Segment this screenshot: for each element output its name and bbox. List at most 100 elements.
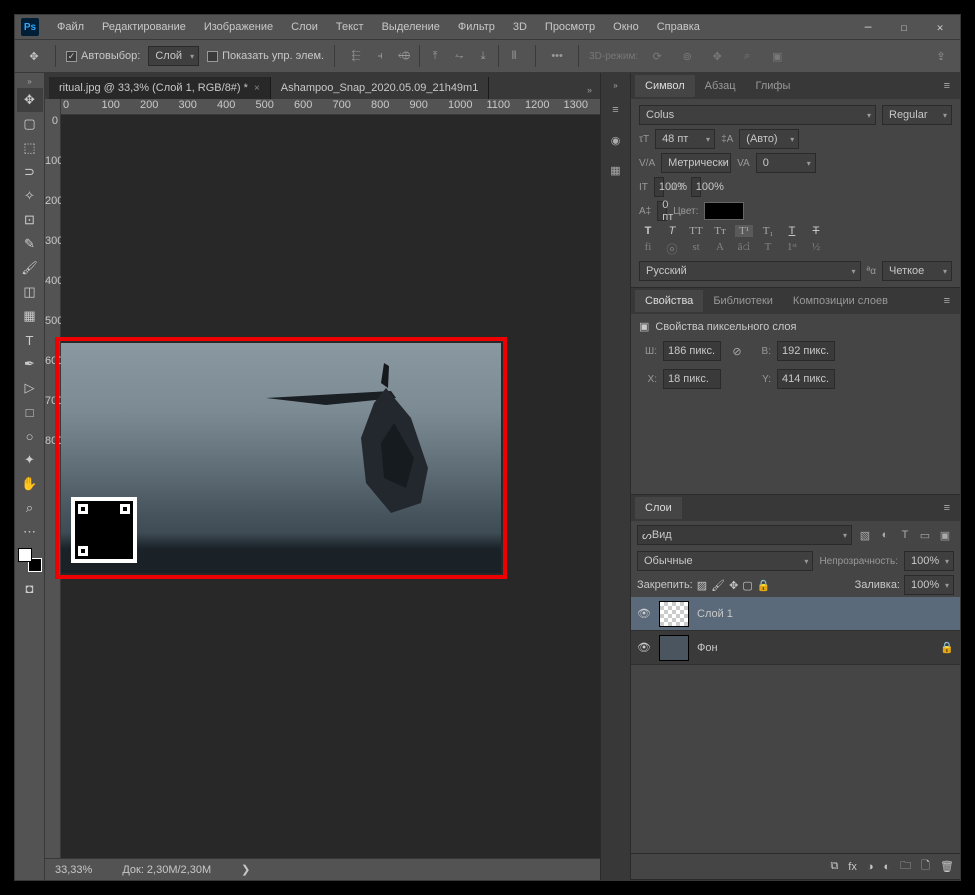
color-icon[interactable]: ◉ [604, 128, 628, 152]
filter-smart-icon[interactable]: ▣ [936, 526, 954, 544]
tabs-overflow[interactable]: » [579, 81, 600, 99]
lock-artboard-icon[interactable]: ▢ [742, 579, 752, 592]
autoselect-checkbox[interactable]: Автовыбор: [66, 50, 140, 62]
text-color-swatch[interactable] [704, 202, 744, 220]
align-top-icon[interactable]: ⤒ [424, 45, 446, 67]
maximize-button[interactable]: ☐ [896, 19, 912, 35]
crop-tool[interactable]: ⊡ [17, 208, 43, 232]
panel-menu-icon[interactable]: ≡ [938, 80, 956, 92]
allcaps-button[interactable]: TT [687, 225, 705, 237]
menu-изображение[interactable]: Изображение [196, 17, 281, 37]
swatches-icon[interactable]: ▦ [604, 158, 628, 182]
custom-shape-tool[interactable]: ✦ [17, 448, 43, 472]
antialias-dropdown[interactable]: Четкое [882, 261, 952, 281]
distribute-icon[interactable]: ⫴ [503, 45, 525, 67]
autoselect-mode-dropdown[interactable]: Слой [148, 46, 199, 66]
delete-layer-icon[interactable]: 🗑 [940, 860, 954, 873]
collapsed-expand[interactable]: » [611, 79, 619, 92]
layer-thumbnail[interactable] [659, 601, 689, 627]
layer-mask-icon[interactable]: ◑ [867, 861, 874, 873]
lasso-tool[interactable]: ⊃ [17, 160, 43, 184]
ornament-icon[interactable]: ⓞ [663, 241, 681, 257]
font-size-input[interactable]: 48 пт [655, 129, 715, 149]
toolbox-expand[interactable]: » [25, 75, 33, 88]
fractions-icon[interactable]: ½ [807, 241, 825, 257]
ordinals-icon[interactable]: T [759, 241, 777, 257]
minimize-button[interactable]: ─ [860, 19, 876, 35]
align-center-v-icon[interactable]: ⥊ [448, 45, 470, 67]
quickmask-tool[interactable]: ◘ [17, 576, 43, 600]
pan-3d-icon[interactable]: ✥ [706, 45, 728, 67]
layer-filter-dropdown[interactable]: ᔕ Вид [637, 525, 852, 545]
menu-просмотр[interactable]: Просмотр [537, 17, 603, 37]
canvas-viewport[interactable] [61, 115, 600, 858]
adjustment-layer-icon[interactable]: ◐ [884, 861, 891, 873]
leading-input[interactable]: (Авто) [739, 129, 799, 149]
y-input[interactable]: 414 пикс. [777, 369, 835, 389]
opacity-input[interactable]: 100% [904, 551, 954, 571]
oldstyle-icon[interactable]: 1ˢᵗ [783, 241, 801, 257]
menu-фильтр[interactable]: Фильтр [450, 17, 503, 37]
fg-bg-colors[interactable] [18, 548, 42, 572]
document-canvas[interactable] [61, 343, 501, 573]
align-center-h-icon[interactable]: ⫞ [369, 45, 391, 67]
tab-properties[interactable]: Свойства [635, 290, 703, 312]
layer-row[interactable]: 👁 Фон 🔒 [631, 631, 960, 665]
filter-shape-icon[interactable]: ▭ [916, 526, 934, 544]
strike-button[interactable]: T [807, 225, 825, 237]
stylistic-icon[interactable]: st [687, 241, 705, 257]
share-icon[interactable]: ⇪ [930, 45, 952, 67]
height-input[interactable]: 192 пикс. [777, 341, 835, 361]
subscript-button[interactable]: T₁ [759, 225, 777, 237]
panel-menu-icon[interactable]: ≡ [938, 295, 956, 307]
font-family-dropdown[interactable]: Colus [639, 105, 876, 125]
menu-редактирование[interactable]: Редактирование [94, 17, 194, 37]
menu-текст[interactable]: Текст [328, 17, 372, 37]
fill-input[interactable]: 100% [904, 575, 954, 595]
menu-справка[interactable]: Справка [649, 17, 708, 37]
histogram-icon[interactable]: ≡ [604, 98, 628, 122]
titling-icon[interactable]: ā𝚍 [735, 241, 753, 257]
visibility-icon[interactable]: 👁 [637, 607, 651, 620]
font-style-dropdown[interactable]: Regular [882, 105, 952, 125]
lock-position-icon[interactable]: ✥ [729, 579, 738, 592]
x-input[interactable]: 18 пикс. [663, 369, 721, 389]
underline-button[interactable]: T [783, 225, 801, 237]
layer-name[interactable]: Слой 1 [697, 608, 733, 620]
link-layers-icon[interactable]: ⧉ [830, 860, 838, 873]
filter-pixel-icon[interactable]: ▧ [856, 526, 874, 544]
close-button[interactable]: ✕ [932, 19, 948, 35]
italic-button[interactable]: T [663, 225, 681, 237]
tab-character[interactable]: Символ [635, 75, 695, 97]
layer-thumbnail[interactable] [659, 635, 689, 661]
tab-libraries[interactable]: Библиотеки [703, 290, 783, 312]
filter-type-icon[interactable]: T [896, 526, 914, 544]
tab-glyphs[interactable]: Глифы [746, 75, 801, 97]
link-wh-icon[interactable]: ⊘ [727, 345, 747, 358]
bold-button[interactable]: T [639, 225, 657, 237]
orbit-3d-icon[interactable]: ⟳ [646, 45, 668, 67]
roll-3d-icon[interactable]: ⊚ [676, 45, 698, 67]
marquee-tool[interactable]: ⬚ [17, 136, 43, 160]
smallcaps-button[interactable]: Tᴛ [711, 225, 729, 237]
layer-row[interactable]: 👁 Слой 1 [631, 597, 960, 631]
scale-3d-icon[interactable]: ▣ [766, 45, 788, 67]
brush-tool[interactable]: 🖌 [17, 256, 43, 280]
quick-select-tool[interactable]: ✧ [17, 184, 43, 208]
zoom-tool[interactable]: ⌕ [17, 496, 43, 520]
artboard-tool[interactable]: ▢ [17, 112, 43, 136]
menu-3d[interactable]: 3D [505, 17, 535, 37]
type-tool[interactable]: T [17, 328, 43, 352]
lock-all-icon[interactable]: 🔒 [757, 579, 771, 592]
ellipse-tool[interactable]: ○ [17, 424, 43, 448]
more-options-icon[interactable]: ••• [546, 45, 568, 67]
tab-layercomps[interactable]: Композиции слоев [783, 290, 898, 312]
tab-active[interactable]: ritual.jpg @ 33,3% (Слой 1, RGB/8#) *× [49, 77, 271, 99]
menu-слои[interactable]: Слои [283, 17, 326, 37]
new-layer-icon[interactable]: 🗋 [921, 857, 930, 876]
pen-tool[interactable]: ✒ [17, 352, 43, 376]
move-tool[interactable]: ✥ [17, 88, 43, 112]
eyedropper-tool[interactable]: ✎ [17, 232, 43, 256]
menu-файл[interactable]: Файл [49, 17, 92, 37]
filter-adjust-icon[interactable]: ◐ [876, 526, 894, 544]
